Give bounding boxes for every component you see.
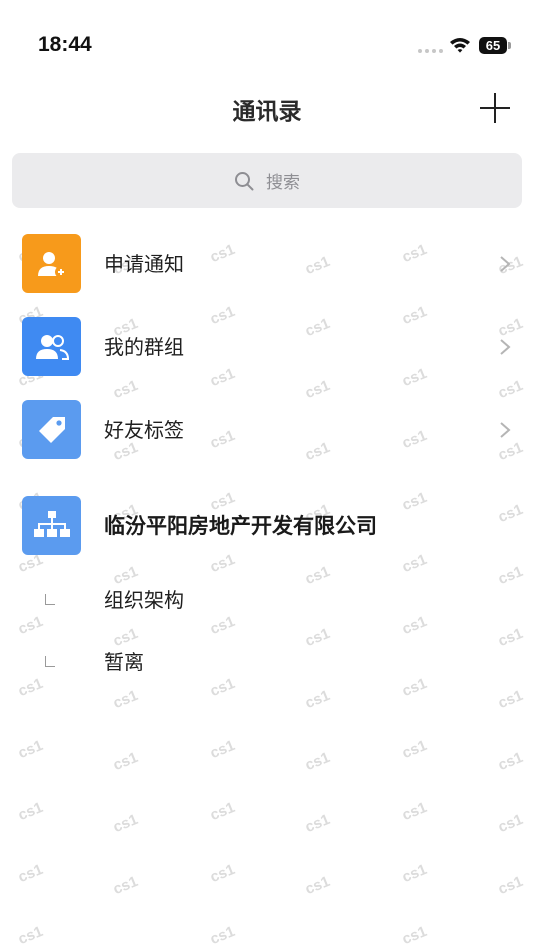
watermark-text: cs1 (302, 872, 333, 899)
watermark-text: cs1 (495, 686, 526, 713)
tag-icon (22, 400, 81, 459)
status-time: 18:44 (38, 33, 92, 56)
watermark-text: cs1 (207, 860, 238, 887)
watermark-text: cs1 (110, 686, 141, 713)
watermark-text: cs1 (207, 736, 238, 763)
organization-header[interactable]: 临汾平阳房地产开发有限公司 (0, 488, 534, 568)
watermark-text: cs1 (399, 736, 430, 763)
page-title: 通讯录 (232, 99, 302, 125)
watermark-text: cs1 (495, 748, 526, 775)
status-bar: 18:44 65 (0, 0, 534, 80)
menu-item-friend-tags[interactable]: 好友标签 (0, 390, 534, 470)
watermark-text: cs1 (399, 860, 430, 887)
search-input[interactable]: 搜索 (12, 153, 522, 208)
tree-branch-icon (45, 656, 55, 667)
wifi-icon (450, 38, 470, 53)
menu-item-apply-notice[interactable]: 申请通知 (0, 224, 534, 304)
watermark-text: cs1 (15, 860, 46, 887)
search-placeholder: 搜索 (266, 173, 300, 193)
watermark-layer: cs1 cs1 cs1 cs1 cs1 cs1 cs1 cs1 cs1 cs1 cs1 cs1 cs1 c… (0, 0, 534, 950)
menu-item-label: 我的群组 (104, 335, 184, 359)
chevron-right-icon (500, 422, 511, 438)
watermark-text: cs1 (399, 922, 430, 949)
watermark-text: cs1 (495, 872, 526, 899)
group-icon (22, 317, 81, 376)
watermark-text: cs1 (110, 872, 141, 899)
watermark-text: cs1 (399, 798, 430, 825)
menu-item-label: 申请通知 (104, 252, 184, 276)
watermark-text: cs1 (110, 810, 141, 837)
tree-branch-icon (45, 594, 55, 605)
org-item-label: 组织架构 (104, 588, 184, 612)
chevron-right-icon (500, 256, 511, 272)
watermark-text: cs1 (302, 810, 333, 837)
battery-icon: 65 (479, 37, 511, 54)
org-item-label: 暂离 (104, 650, 144, 674)
menu-item-label: 好友标签 (104, 418, 184, 442)
cellular-signal-icon (418, 49, 443, 53)
org-item-away[interactable]: 暂离 (0, 636, 534, 688)
watermark-text: cs1 (15, 736, 46, 763)
org-chart-icon (22, 496, 81, 555)
watermark-text: cs1 (110, 748, 141, 775)
watermark-text: cs1 (15, 798, 46, 825)
battery-level: 65 (479, 37, 507, 54)
organization-name: 临汾平阳房地产开发有限公司 (104, 514, 377, 538)
watermark-text: cs1 (302, 748, 333, 775)
watermark-text: cs1 (495, 810, 526, 837)
chevron-right-icon (500, 339, 511, 355)
watermark-text: cs1 (302, 686, 333, 713)
watermark-text: cs1 (15, 922, 46, 949)
add-user-icon (22, 234, 81, 293)
search-icon (235, 171, 254, 190)
watermark-text: cs1 (207, 922, 238, 949)
org-item-structure[interactable]: 组织架构 (0, 574, 534, 626)
menu-item-my-groups[interactable]: 我的群组 (0, 307, 534, 387)
add-icon[interactable] (480, 93, 510, 123)
watermark-text: cs1 (207, 798, 238, 825)
